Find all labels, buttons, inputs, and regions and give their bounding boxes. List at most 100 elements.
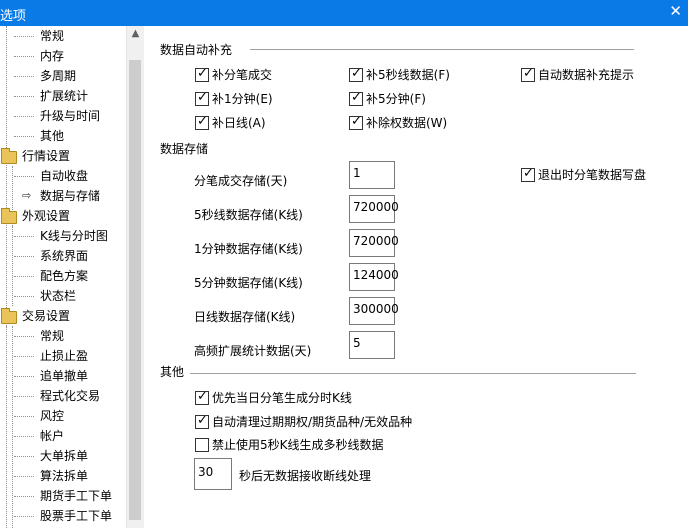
tree-item-other[interactable]: 其他	[0, 126, 126, 146]
tree-item-label: 升级与时间	[40, 109, 101, 123]
tree-item-trading-general[interactable]: 常规	[0, 326, 126, 346]
checkbox-box[interactable]: ✓	[521, 66, 535, 82]
section-title-storage: 数据存储	[160, 142, 209, 156]
tree-item-futures-manual-order[interactable]: 期货手工下单	[0, 486, 126, 506]
tree-branch	[14, 116, 34, 117]
checkbox-box[interactable]: ✓	[349, 90, 363, 106]
checkbox-label: 退出时分笔数据写盘	[538, 168, 647, 182]
tree-item-color-scheme[interactable]: 配色方案	[0, 266, 126, 286]
field-label-daily-storage: 日线数据存储(K线)	[194, 310, 296, 324]
5s-storage-input[interactable]: 720000	[349, 195, 399, 223]
hf-stats-input[interactable]: 5	[349, 331, 395, 359]
tree-item-programmatic-trading[interactable]: 程式化交易	[0, 386, 126, 406]
tree-branch	[14, 256, 34, 257]
tree-item-label: 状态栏	[40, 289, 77, 303]
tree-item-risk-control[interactable]: 风控	[0, 406, 126, 426]
tree-item-label: 帐户	[40, 429, 65, 443]
section-divider	[250, 49, 634, 50]
checkbox-box[interactable]: ✓	[349, 66, 363, 82]
tree-branch	[14, 336, 34, 337]
daily-storage-input[interactable]: 300000	[349, 297, 399, 325]
check-icon: ✓	[197, 90, 208, 105]
tree-item-label: 常规	[40, 29, 65, 43]
tree-item-appearance-settings[interactable]: 外观设置	[0, 206, 126, 226]
tree-item-extended-stats[interactable]: 扩展统计	[0, 86, 126, 106]
tree-branch	[14, 96, 34, 97]
checkbox-label: 自动清理过期期权/期货品种/无效品种	[212, 415, 413, 429]
checkbox-label: 补5秒线数据(F)	[366, 68, 450, 82]
checkbox-box[interactable]: ✓	[195, 114, 209, 130]
close-icon[interactable]: ✕	[669, 2, 682, 20]
tree-item-general[interactable]: 常规	[0, 26, 126, 46]
5min-storage-input[interactable]: 124000	[349, 263, 399, 291]
check-icon: ✓	[351, 114, 362, 129]
checkbox-box[interactable]: ✓	[195, 66, 209, 82]
tree-item-memory[interactable]: 内存	[0, 46, 126, 66]
checkbox-box[interactable]	[195, 438, 209, 452]
tree-item-label: 内存	[40, 49, 65, 63]
tree-item-label: 数据与存储	[40, 189, 101, 203]
scroll-up-icon[interactable]: ▲	[127, 28, 144, 39]
checkbox-box[interactable]: ✓	[195, 413, 209, 429]
tree-branch	[14, 476, 34, 477]
check-icon: ✓	[351, 66, 362, 81]
tick-storage-input[interactable]: 1	[349, 161, 395, 189]
open-folder-icon	[1, 208, 17, 224]
timeout-input[interactable]: 30	[194, 458, 232, 490]
checkbox-label: 优先当日分笔生成分时K线	[212, 391, 352, 405]
tree-item-label: 外观设置	[22, 209, 71, 223]
tree-item-label: 期货手工下单	[40, 489, 113, 503]
tree-scrollbar[interactable]: ▲	[126, 26, 144, 528]
checkbox-box[interactable]: ✓	[521, 166, 535, 182]
check-icon: ✓	[197, 66, 208, 81]
field-label-hf-stats: 高频扩展统计数据(天)	[194, 344, 312, 358]
checkbox-label: 自动数据补充提示	[538, 68, 635, 82]
tree-branch	[14, 56, 34, 57]
check-icon: ✓	[523, 166, 534, 181]
tree-item-kline-timeshare[interactable]: K线与分时图	[0, 226, 126, 246]
tree-item-label: 系统界面	[40, 249, 89, 263]
section-divider	[190, 373, 636, 374]
tree-item-label: 股票手工下单	[40, 509, 113, 523]
tree-item-label: 算法拆单	[40, 469, 89, 483]
selected-arrow-icon: ⇨	[22, 189, 32, 202]
tree-item-label: 大单拆单	[40, 449, 89, 463]
tree-item-label: 多周期	[40, 69, 77, 83]
tree-branch	[14, 356, 34, 357]
tree-item-label: 止损止盈	[40, 349, 89, 363]
1min-storage-input[interactable]: 720000	[349, 229, 399, 257]
check-icon: ✓	[197, 114, 208, 129]
tree-item-multi-period[interactable]: 多周期	[0, 66, 126, 86]
tree-item-stop-loss[interactable]: 止损止盈	[0, 346, 126, 366]
tree-branch	[14, 76, 34, 77]
tree-item-algo-split[interactable]: 算法拆单	[0, 466, 126, 486]
open-folder-icon	[1, 308, 17, 324]
checkbox-box[interactable]: ✓	[349, 114, 363, 130]
tree-item-account[interactable]: 帐户	[0, 426, 126, 446]
settings-panel: 数据自动补充 ✓ 补分笔成交 ✓ 补5秒线数据(F) ✓ 自动数据补充提示 ✓ …	[144, 26, 688, 528]
field-label-5s-storage: 5秒线数据存储(K线)	[194, 208, 303, 222]
timeout-label: 秒后无数据接收断线处理	[239, 469, 372, 483]
tree-branch	[14, 276, 34, 277]
tree-item-chase-cancel[interactable]: 追单撤单	[0, 366, 126, 386]
tree-branch	[14, 376, 34, 377]
title-bar: 选项 ✕	[0, 0, 688, 26]
tree-item-status-bar[interactable]: 状态栏	[0, 286, 126, 306]
tree-item-upgrade-time[interactable]: 升级与时间	[0, 106, 126, 126]
checkbox-label: 补日线(A)	[212, 116, 266, 130]
tree-item-market-settings[interactable]: 行情设置	[0, 146, 126, 166]
tree-branch	[14, 36, 34, 37]
tree-item-system-interface[interactable]: 系统界面	[0, 246, 126, 266]
checkbox-box[interactable]: ✓	[195, 90, 209, 106]
check-icon: ✓	[197, 413, 208, 428]
tree-item-trading-settings[interactable]: 交易设置	[0, 306, 126, 326]
checkbox-box[interactable]: ✓	[195, 389, 209, 405]
tree-item-stock-manual-order[interactable]: 股票手工下单	[0, 506, 126, 526]
tree-item-big-order-split[interactable]: 大单拆单	[0, 446, 126, 466]
field-label-tick-storage: 分笔成交存储(天)	[194, 174, 288, 188]
tree-branch	[14, 236, 34, 237]
checkbox-label: 补分笔成交	[212, 68, 273, 82]
tree-item-auto-close[interactable]: 自动收盘	[0, 166, 126, 186]
scrollbar-thumb[interactable]	[129, 60, 141, 520]
tree-item-data-storage[interactable]: ⇨ 数据与存储	[0, 186, 126, 206]
